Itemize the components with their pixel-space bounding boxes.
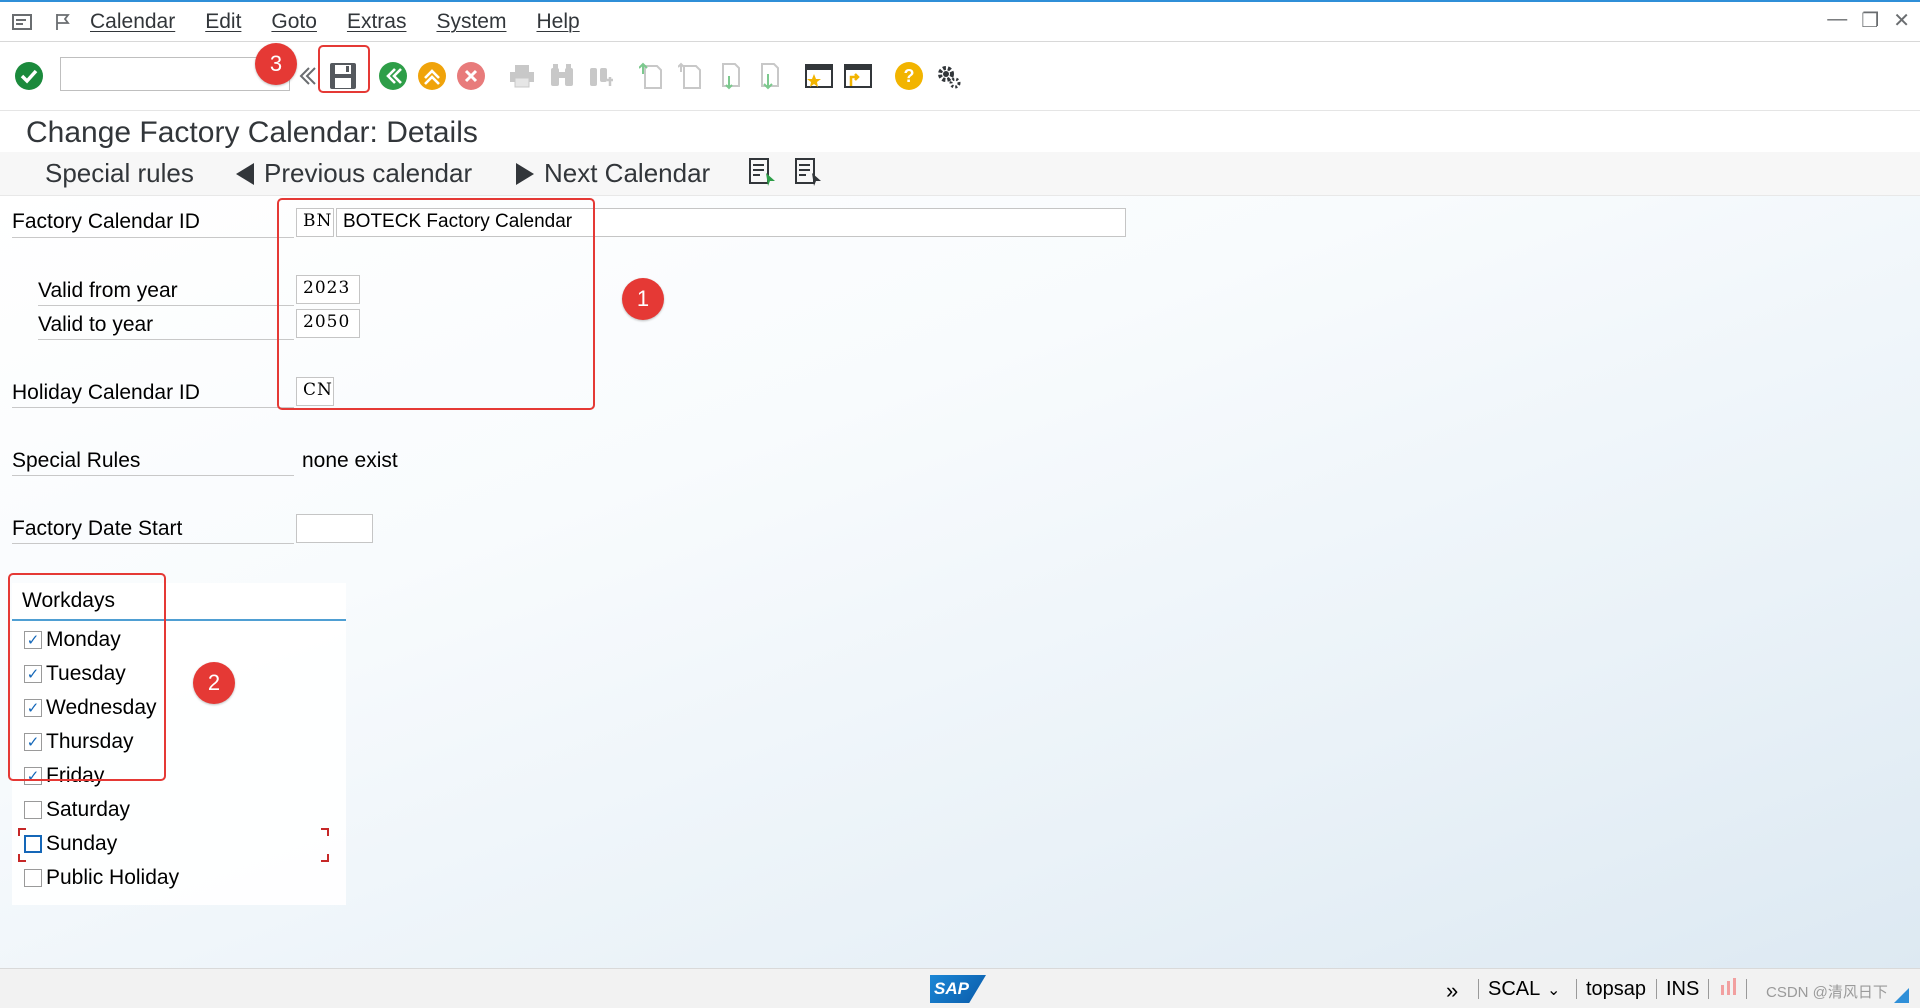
annotation-box-1 bbox=[277, 198, 595, 410]
special-rules-button[interactable]: Special rules bbox=[45, 158, 194, 189]
standard-toolbar: 3 ? bbox=[0, 43, 1920, 111]
checkbox-public-holiday[interactable]: Public Holiday bbox=[24, 866, 179, 890]
special-rules-value: none exist bbox=[302, 449, 398, 472]
checkbox-label: Sunday bbox=[46, 832, 118, 855]
focus-corner bbox=[18, 828, 26, 836]
status-separator bbox=[1708, 979, 1709, 999]
enter-icon[interactable] bbox=[12, 59, 46, 93]
checkbox-saturday[interactable]: Saturday bbox=[24, 798, 130, 822]
factory-date-start-label: Factory Date Start bbox=[12, 517, 183, 540]
transaction-code: SCAL bbox=[1488, 978, 1541, 1000]
checkbox-icon[interactable] bbox=[24, 801, 42, 819]
restore-icon[interactable]: ❐ bbox=[1861, 8, 1879, 33]
checkbox-label: Public Holiday bbox=[46, 866, 180, 889]
label-underline bbox=[12, 237, 294, 238]
next-calendar-label: Next Calendar bbox=[544, 158, 711, 188]
valid-to-label: Valid to year bbox=[38, 313, 154, 336]
status-separator bbox=[1746, 979, 1747, 999]
annotation-badge-2: 2 bbox=[193, 662, 235, 704]
sap-logo: SAP bbox=[930, 975, 986, 1003]
focus-corner bbox=[321, 854, 329, 862]
find-next-icon[interactable] bbox=[584, 59, 618, 93]
help-icon[interactable]: ? bbox=[892, 59, 926, 93]
previous-calendar-label: Previous calendar bbox=[264, 158, 473, 188]
focus-corner bbox=[18, 854, 26, 862]
menu-bar: Calendar Edit Goto Extras System Help — … bbox=[0, 0, 1920, 42]
label-underline bbox=[38, 339, 294, 340]
title-bar: Change Factory Calendar: Details bbox=[0, 112, 1920, 152]
window-controls: — ❐ ✕ bbox=[1827, 8, 1910, 33]
settings-icon[interactable] bbox=[931, 59, 965, 93]
exit-icon[interactable] bbox=[415, 59, 449, 93]
next-calendar-button[interactable]: Next Calendar bbox=[516, 158, 710, 189]
label-underline bbox=[12, 543, 294, 544]
menu-edit[interactable]: Edit bbox=[205, 10, 241, 34]
close-icon[interactable]: ✕ bbox=[1893, 8, 1910, 33]
checkbox-icon[interactable] bbox=[24, 869, 42, 887]
flag-icon[interactable] bbox=[50, 11, 76, 33]
previous-calendar-button[interactable]: Previous calendar bbox=[236, 158, 472, 189]
menu-system[interactable]: System bbox=[436, 10, 506, 34]
performance-icon bbox=[1718, 977, 1738, 1003]
holiday-calendar-id-label: Holiday Calendar ID bbox=[12, 381, 200, 404]
server-name: topsap bbox=[1586, 978, 1647, 1000]
back-icon[interactable] bbox=[376, 59, 410, 93]
watermark: CSDN @清风日下 bbox=[1766, 984, 1888, 1001]
menu-calendar[interactable]: Calendar bbox=[90, 10, 175, 34]
expand-status-icon[interactable]: » bbox=[1446, 978, 1458, 1004]
status-separator bbox=[1576, 979, 1577, 999]
print-icon[interactable] bbox=[505, 59, 539, 93]
special-rules-label: Special rules bbox=[45, 158, 194, 188]
page-title: Change Factory Calendar: Details bbox=[26, 116, 478, 149]
focus-corner bbox=[321, 828, 329, 836]
next-page-icon[interactable] bbox=[713, 59, 747, 93]
document-display-icon[interactable] bbox=[794, 157, 822, 187]
special-rules-field-label: Special Rules bbox=[12, 449, 141, 472]
content-area: Factory Calendar ID BN BOTECK Factory Ca… bbox=[0, 196, 1920, 968]
menu-help[interactable]: Help bbox=[536, 10, 579, 34]
menu-extras[interactable]: Extras bbox=[347, 10, 407, 34]
system-menu-icon[interactable] bbox=[10, 11, 36, 33]
checkbox-label: Saturday bbox=[46, 798, 131, 821]
last-page-icon[interactable] bbox=[752, 59, 786, 93]
checkbox-icon[interactable] bbox=[24, 835, 42, 853]
status-dropdown-icon[interactable]: ⌄ bbox=[1547, 980, 1560, 1000]
previous-page-icon[interactable] bbox=[674, 59, 708, 93]
label-underline bbox=[12, 407, 294, 408]
minimize-icon[interactable]: — bbox=[1827, 8, 1847, 33]
label-underline bbox=[38, 305, 294, 306]
application-toolbar: Special rules Previous calendar Next Cal… bbox=[0, 152, 1920, 196]
input-mode: INS bbox=[1666, 978, 1700, 1000]
status-separator bbox=[1656, 979, 1657, 999]
annotation-badge-3: 3 bbox=[255, 43, 297, 85]
cancel-icon[interactable] bbox=[454, 59, 488, 93]
create-session-icon[interactable] bbox=[802, 59, 836, 93]
generate-shortcut-icon[interactable] bbox=[841, 59, 875, 93]
resize-grip-icon[interactable] bbox=[1892, 987, 1910, 1008]
menu-goto[interactable]: Goto bbox=[271, 10, 317, 34]
svg-text:?: ? bbox=[904, 66, 915, 86]
label-underline bbox=[12, 475, 294, 476]
status-separator bbox=[1478, 979, 1479, 999]
previous-arrow-icon bbox=[236, 162, 254, 185]
annotation-badge-1: 1 bbox=[622, 278, 664, 320]
next-arrow-icon bbox=[516, 162, 534, 185]
checkbox-sunday[interactable]: Sunday bbox=[24, 832, 117, 856]
factory-date-start-field[interactable] bbox=[296, 514, 373, 543]
document-select-icon[interactable] bbox=[748, 157, 776, 187]
first-page-icon[interactable] bbox=[635, 59, 669, 93]
save-icon[interactable] bbox=[326, 59, 360, 93]
annotation-box-2 bbox=[8, 573, 166, 781]
find-icon[interactable] bbox=[545, 59, 579, 93]
status-bar: SAP » SCAL ⌄ topsap INS CSDN @清风日下 bbox=[0, 968, 1920, 1008]
factory-calendar-id-label: Factory Calendar ID bbox=[12, 210, 200, 233]
valid-from-label: Valid from year bbox=[38, 279, 178, 302]
